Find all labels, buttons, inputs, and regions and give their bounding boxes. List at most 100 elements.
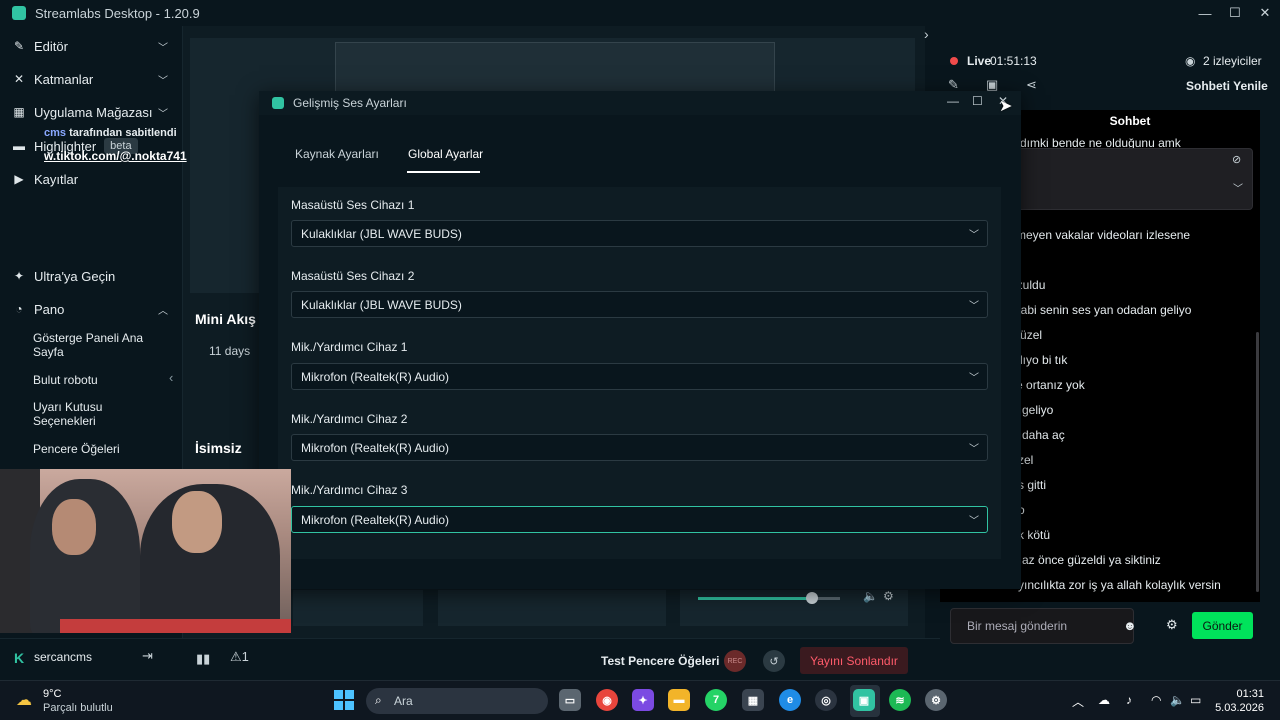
field-label: Mik./Yardımcı Cihaz 1 — [291, 340, 408, 354]
title-bar: Streamlabs Desktop - 1.20.9 — ☐ ✕ — [0, 0, 1280, 26]
chat-message: s gitti — [1018, 478, 1047, 492]
maximize-button[interactable]: ☐ — [1220, 0, 1250, 26]
refresh-chat-button[interactable]: Sohbeti Yenile — [1186, 79, 1268, 93]
sidebar-subitem-cloudbot[interactable]: Bulut robotu — [33, 373, 163, 387]
battery-icon[interactable]: ▭ — [1190, 693, 1201, 707]
tab-source-settings[interactable]: Kaynak Ayarları — [295, 147, 379, 161]
chevron-right-icon[interactable]: › — [924, 26, 929, 42]
webcam-feed — [0, 469, 291, 633]
alert-icon[interactable]: ⚠1 — [230, 649, 249, 665]
volume-slider-handle[interactable] — [805, 592, 818, 604]
pinned-by-user: cms — [44, 127, 67, 139]
store-icon[interactable]: ▦ — [742, 689, 764, 711]
sidebar-item-app-store[interactable]: ▦ Uygulama Mağazası ﹀ — [12, 100, 168, 124]
share-icon[interactable]: ⋖ — [1026, 77, 1037, 93]
sidebar-item-label: Uygulama Mağazası — [34, 104, 153, 120]
close-button[interactable]: ✕ — [1250, 0, 1280, 26]
obs-icon[interactable]: ◎ — [815, 689, 837, 711]
sidebar-item-layers[interactable]: ✕ Katmanlar ﹀ — [12, 67, 168, 91]
settings-icon[interactable]: ⚙ — [925, 689, 947, 711]
gear-icon[interactable]: ⚙ — [1166, 617, 1178, 633]
sidebar-collapse-icon[interactable]: ‹ — [169, 370, 173, 385]
streamlabs-icon[interactable]: ▣ — [853, 689, 875, 711]
kick-logo-icon: K — [14, 650, 25, 666]
send-button[interactable]: Gönder — [1192, 612, 1253, 639]
edge-icon[interactable]: e — [779, 689, 801, 711]
chevron-down-icon[interactable]: ﹀ — [1233, 180, 1243, 195]
copilot-icon[interactable]: ✦ — [632, 689, 654, 711]
mic-aux-1-select[interactable]: Mikrofon (Realtek(R) Audio) ﹀ — [291, 363, 988, 390]
whatsapp-icon[interactable]: 7 — [705, 689, 727, 711]
sidebar-item-dashboard[interactable]: ◔ Pano ︿ — [12, 297, 168, 321]
wifi-icon[interactable]: ◠ — [1151, 693, 1161, 707]
mini-feed-title: Mini Akış — [195, 311, 256, 327]
dialog-minimize-button[interactable]: — — [947, 94, 959, 108]
window-title: Streamlabs Desktop - 1.20.9 — [35, 5, 200, 21]
chevron-down-icon: ﹀ — [158, 42, 168, 54]
eye-icon: ◉ — [1185, 54, 1196, 68]
field-label: Mik./Yardımcı Cihaz 3 — [291, 483, 408, 497]
webcam-face — [172, 491, 222, 553]
desktop-audio-2-select[interactable]: Kulaklıklar (JBL WAVE BUDS) ﹀ — [291, 291, 988, 318]
mouse-cursor-icon: ➤ — [999, 98, 1013, 115]
record-button[interactable]: REC — [724, 650, 746, 672]
dialog-maximize-button[interactable]: ☐ — [972, 94, 983, 108]
test-widgets-button[interactable]: Test Pencere Öğeleri — [601, 654, 720, 668]
microphone-icon[interactable]: ♪ — [1126, 693, 1132, 707]
pinned-link[interactable]: w.tiktok.com/@.nokta741 — [44, 149, 187, 163]
cloud-icon[interactable]: ☁ — [1098, 693, 1110, 707]
taskbar-date[interactable]: 5.03.2026 — [1214, 702, 1264, 714]
chevron-down-icon: ﹀ — [969, 373, 979, 384]
pencil-icon: ✎ — [13, 39, 25, 53]
replay-buffer-icon[interactable]: ↺ — [763, 650, 785, 672]
chat-scrollbar[interactable] — [1256, 332, 1259, 592]
minimize-button[interactable]: — — [1190, 0, 1220, 26]
mic-aux-2-select[interactable]: Mikrofon (Realtek(R) Audio) ﹀ — [291, 434, 988, 461]
windows-start-icon[interactable] — [334, 690, 354, 710]
pinned-by: cms tarafından sabitlendi — [44, 127, 177, 139]
hide-icon[interactable]: ⊘ — [1232, 153, 1241, 166]
chat-input-box: ☻ — [950, 608, 1137, 644]
sidebar-subitem-dashboard-home[interactable]: Gösterge Paneli Ana Sayfa — [33, 331, 163, 359]
chevron-up-icon[interactable]: ︿ — [1072, 693, 1084, 710]
chat-message-input[interactable] — [951, 609, 1111, 643]
sidebar-subitem-alertbox[interactable]: Uyarı Kutusu Seçenekleri — [33, 400, 163, 428]
sidebar-item-label: Ultra'ya Geçin — [34, 268, 116, 284]
windows-taskbar: ☁ 9°C Parçalı bulutlu ⌕ ▭ ◉ ✦ ▬ 7 ▦ e ◎ … — [0, 680, 1280, 720]
stats-icon[interactable]: ▮▮ — [196, 651, 210, 667]
speaker-icon[interactable]: 🔈 — [863, 589, 878, 603]
select-value: Mikrofon (Realtek(R) Audio) — [301, 513, 450, 527]
select-value: Mikrofon (Realtek(R) Audio) — [301, 441, 450, 455]
chat-message: geliyo — [1022, 403, 1054, 417]
advanced-audio-dialog: Gelişmiş Ses Ayarları — ☐ ✕ Kaynak Ayarl… — [259, 91, 1021, 589]
taskbar-search-input[interactable] — [394, 688, 504, 714]
chrome-icon[interactable]: ◉ — [596, 689, 618, 711]
end-stream-button[interactable]: Yayını Sonlandır — [800, 647, 908, 674]
weather-icon[interactable]: ☁ — [16, 690, 32, 710]
live-time: 01:51:13 — [990, 54, 1037, 68]
desktop-audio-1-select[interactable]: Kulaklıklar (JBL WAVE BUDS) ﹀ — [291, 220, 988, 247]
gear-icon[interactable]: ⚙ — [883, 589, 894, 603]
chat-message: k kötü — [1018, 528, 1051, 542]
chevron-down-icon: ﹀ — [969, 516, 979, 527]
mic-aux-3-select[interactable]: Mikrofon (Realtek(R) Audio) ﹀ — [291, 506, 988, 533]
sidebar-item-recordings[interactable]: ▶ Kayıtlar — [12, 167, 156, 191]
file-explorer-icon[interactable]: ▬ — [668, 689, 690, 711]
username: sercancms — [34, 650, 93, 664]
layers-icon: ✕ — [13, 72, 25, 86]
sidebar-item-editor[interactable]: ✎ Editör ﹀ — [12, 34, 168, 58]
mini-feed-days: 11 days — [209, 344, 251, 358]
sidebar-item-ultra[interactable]: ✦ Ultra'ya Geçin — [12, 264, 156, 288]
sidebar-subitem-widgets[interactable]: Pencere Öğeleri — [33, 442, 163, 456]
tab-global-settings[interactable]: Global Ayarlar — [408, 147, 483, 161]
emoji-icon[interactable]: ☻ — [1123, 618, 1137, 633]
streamlabs-logo-icon — [12, 6, 26, 20]
taskbar-clock[interactable]: 01:31 — [1232, 688, 1264, 700]
volume-icon[interactable]: 🔈 — [1170, 693, 1185, 707]
chat-message: rcan abi senin ses yan odadan geliyo — [994, 303, 1192, 317]
scene-collection-title[interactable]: İsimsiz — [195, 440, 242, 456]
spotify-icon[interactable]: ≋ — [889, 689, 911, 711]
chevron-down-icon: ﹀ — [969, 444, 979, 455]
logout-icon[interactable]: ⇥ — [142, 648, 153, 664]
task-view-icon[interactable]: ▭ — [559, 689, 581, 711]
